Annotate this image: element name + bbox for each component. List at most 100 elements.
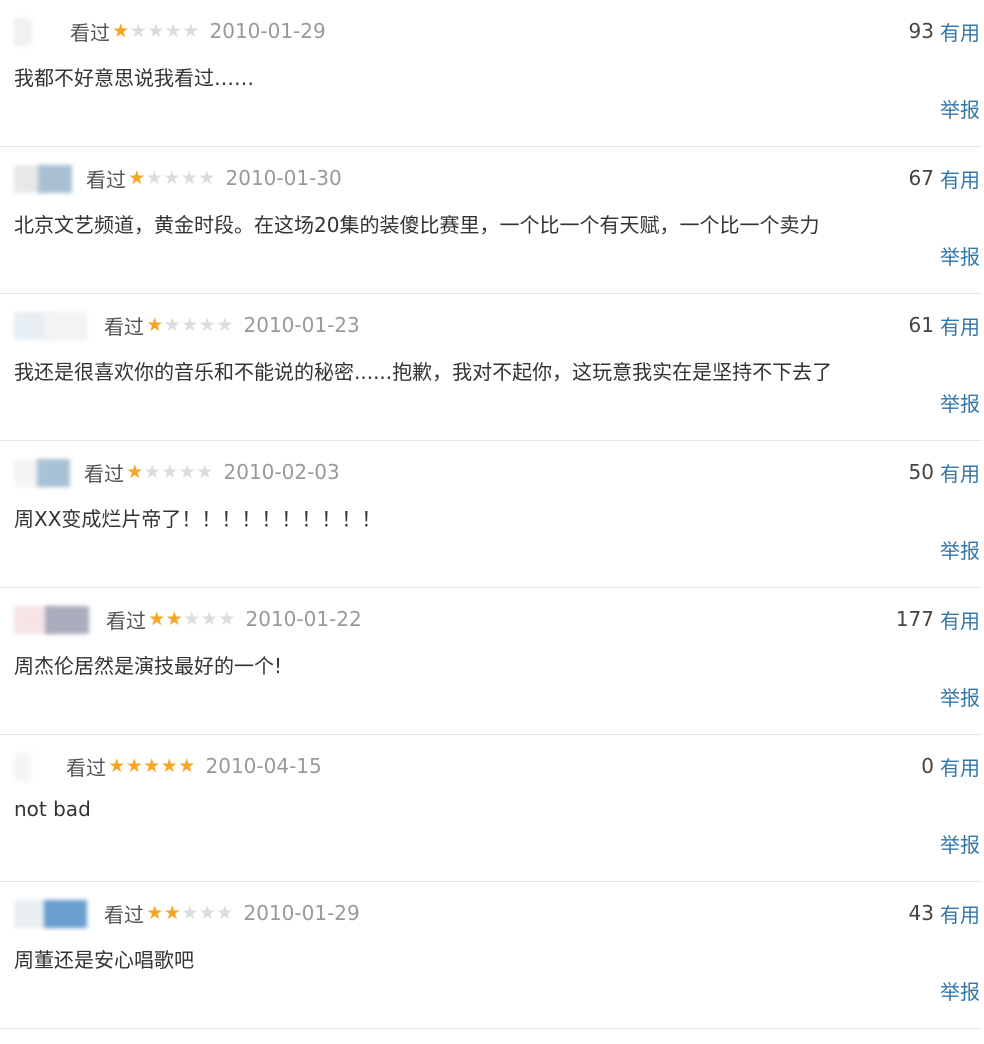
star-empty-icon: ★ <box>182 19 200 42</box>
vote-count: 50 <box>908 460 934 484</box>
avatar[interactable] <box>14 18 66 46</box>
review-item: 看过 ★ ★ ★ ★ ★ 2010-01-22 177 有用 周杰伦居然是演技最好的一个… <box>0 588 982 735</box>
review-date: 2010-02-03 <box>223 460 340 484</box>
avatar-blur-block <box>37 459 70 487</box>
report-link[interactable]: 举报 <box>940 94 980 123</box>
watch-status: 看过 <box>86 167 126 192</box>
avatar[interactable] <box>14 312 100 340</box>
star-empty-icon: ★ <box>216 901 234 924</box>
vote-count: 177 <box>895 607 934 631</box>
avatar[interactable] <box>14 753 62 781</box>
review-item: 看过 ★ ★ ★ ★ ★ 2010-02-03 50 有用 周XX变成烂片帝了！！！！！… <box>0 441 982 588</box>
review-meta: 看过 ★ ★ ★ ★ ★ 2010-01-30 <box>14 165 342 193</box>
avatar[interactable] <box>14 459 80 487</box>
useful-button[interactable]: 有用 <box>940 605 980 634</box>
star-rating: ★ ★ ★ ★ ★ <box>126 460 214 483</box>
watch-status: 看过 <box>104 314 144 339</box>
star-empty-icon: ★ <box>143 460 161 483</box>
star-filled-icon: ★ <box>178 754 196 777</box>
avatar[interactable] <box>14 606 102 634</box>
review-meta: 看过 ★ ★ ★ ★ ★ 2010-01-29 <box>14 900 360 928</box>
review-content: 北京文艺频道，黄金时段。在这场20集的装傻比赛里，一个比一个有天赋，一个比一个卖… <box>14 213 820 237</box>
star-filled-icon: ★ <box>125 754 143 777</box>
star-empty-icon: ★ <box>181 901 199 924</box>
avatar[interactable] <box>14 900 100 928</box>
report-link[interactable]: 举报 <box>940 829 980 858</box>
star-empty-icon: ★ <box>200 607 218 630</box>
review-meta: 看过 ★ ★ ★ ★ ★ 2010-01-29 <box>14 18 326 46</box>
useful-button[interactable]: 有用 <box>940 752 980 781</box>
review-list: 看过 ★ ★ ★ ★ ★ 2010-01-29 93 有用 我都不好意思说我看过…… 举… <box>0 0 984 1029</box>
star-rating: ★ ★ ★ ★ ★ <box>146 901 234 924</box>
watch-status: 看过 <box>66 755 106 780</box>
review-item: 看过 ★ ★ ★ ★ ★ 2010-04-15 0 有用 not bad 举报 <box>0 735 982 882</box>
review-content: not bad <box>14 797 91 821</box>
avatar-blur-block <box>38 165 72 193</box>
report-link[interactable]: 举报 <box>940 535 980 564</box>
star-filled-icon: ★ <box>143 754 161 777</box>
useful-button[interactable]: 有用 <box>940 899 980 928</box>
review-meta: 看过 ★ ★ ★ ★ ★ 2010-04-15 <box>14 753 322 781</box>
star-empty-icon: ★ <box>147 19 165 42</box>
review-item: 看过 ★ ★ ★ ★ ★ 2010-01-23 61 有用 我还是很喜欢你的音乐和不能说… <box>0 294 982 441</box>
star-empty-icon: ★ <box>145 166 163 189</box>
report-link[interactable]: 举报 <box>940 976 980 1005</box>
star-empty-icon: ★ <box>178 460 196 483</box>
star-rating: ★ ★ ★ ★ ★ <box>128 166 216 189</box>
review-content: 周董还是安心唱歌吧 <box>14 948 194 972</box>
star-empty-icon: ★ <box>218 607 236 630</box>
vote-area: 67 有用 <box>908 164 980 193</box>
star-rating: ★ ★ ★ ★ ★ <box>148 607 236 630</box>
useful-button[interactable]: 有用 <box>940 164 980 193</box>
star-filled-icon: ★ <box>163 901 181 924</box>
star-filled-icon: ★ <box>126 460 144 483</box>
review-date: 2010-01-30 <box>225 166 342 190</box>
star-empty-icon: ★ <box>163 313 181 336</box>
star-empty-icon: ★ <box>161 460 179 483</box>
vote-area: 0 有用 <box>921 752 980 781</box>
useful-button[interactable]: 有用 <box>940 311 980 340</box>
star-empty-icon: ★ <box>164 19 182 42</box>
star-rating: ★ ★ ★ ★ ★ <box>108 754 196 777</box>
report-link[interactable]: 举报 <box>940 682 980 711</box>
vote-area: 43 有用 <box>908 899 980 928</box>
vote-area: 177 有用 <box>895 605 980 634</box>
avatar-blur-block <box>32 18 58 46</box>
review-meta: 看过 ★ ★ ★ ★ ★ 2010-01-22 <box>14 606 362 634</box>
review-content: 我还是很喜欢你的音乐和不能说的秘密......抱歉，我对不起你，这玩意我实在是坚… <box>14 360 833 384</box>
review-meta: 看过 ★ ★ ★ ★ ★ 2010-01-23 <box>14 312 360 340</box>
watch-status: 看过 <box>84 461 124 486</box>
report-link[interactable]: 举报 <box>940 241 980 270</box>
review-content: 周XX变成烂片帝了！！！！！！！！！！ <box>14 507 382 531</box>
useful-button[interactable]: 有用 <box>940 458 980 487</box>
review-date: 2010-01-22 <box>245 607 362 631</box>
vote-count: 67 <box>908 166 934 190</box>
report-link[interactable]: 举报 <box>940 388 980 417</box>
avatar-blur-block <box>31 753 55 781</box>
star-filled-icon: ★ <box>146 313 164 336</box>
vote-area: 50 有用 <box>908 458 980 487</box>
star-rating: ★ ★ ★ ★ ★ <box>146 313 234 336</box>
star-empty-icon: ★ <box>198 166 216 189</box>
vote-area: 93 有用 <box>909 17 980 46</box>
review-item: 看过 ★ ★ ★ ★ ★ 2010-01-29 43 有用 周董还是安心唱歌吧 举报 <box>0 882 982 1029</box>
review-item: 看过 ★ ★ ★ ★ ★ 2010-01-30 67 有用 北京文艺频道，黄金时段。在这… <box>0 147 982 294</box>
star-filled-icon: ★ <box>160 754 178 777</box>
star-empty-icon: ★ <box>180 166 198 189</box>
review-date: 2010-01-29 <box>209 19 326 43</box>
vote-count: 43 <box>908 901 934 925</box>
avatar[interactable] <box>14 165 82 193</box>
star-empty-icon: ★ <box>198 313 216 336</box>
avatar-blur-block <box>44 900 87 928</box>
star-filled-icon: ★ <box>128 166 146 189</box>
star-empty-icon: ★ <box>163 166 181 189</box>
star-empty-icon: ★ <box>216 313 234 336</box>
review-meta: 看过 ★ ★ ★ ★ ★ 2010-02-03 <box>14 459 340 487</box>
useful-button[interactable]: 有用 <box>940 17 980 46</box>
review-content: 周杰伦居然是演技最好的一个! <box>14 654 283 678</box>
review-date: 2010-04-15 <box>205 754 322 778</box>
star-empty-icon: ★ <box>183 607 201 630</box>
star-filled-icon: ★ <box>148 607 166 630</box>
star-empty-icon: ★ <box>196 460 214 483</box>
review-date: 2010-01-29 <box>243 901 360 925</box>
